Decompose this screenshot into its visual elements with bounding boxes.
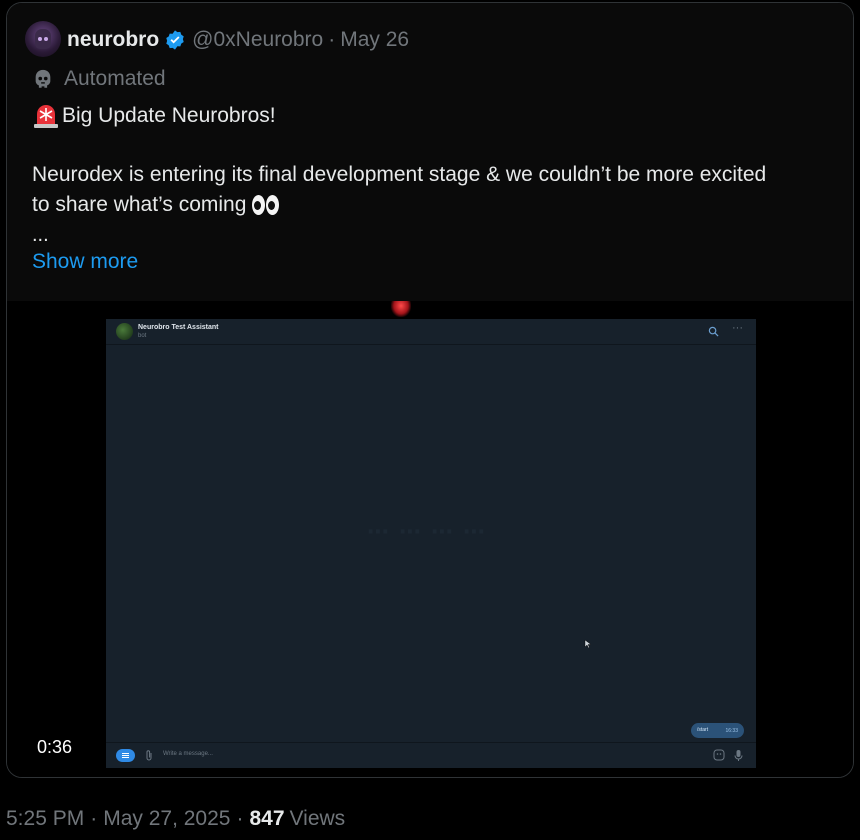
- automated-label-row: Automated: [32, 67, 166, 91]
- chat-background-pattern: ⋯⋯⋯⋯: [367, 519, 495, 544]
- chat-title: Neurobro Test Assistant: [138, 324, 219, 331]
- message-input-placeholder: Write a message...: [163, 751, 213, 757]
- video-duration: 0:36: [37, 737, 73, 757]
- author-avatar[interactable]: [25, 21, 61, 57]
- post-line: to share what’s coming: [32, 190, 852, 220]
- post-line: Neurodex is entering its final developme…: [32, 160, 852, 190]
- video-frame-telegram-chat: Neurobro Test Assistant bot ··· ⋯⋯⋯⋯ /st…: [106, 319, 756, 768]
- chat-header: Neurobro Test Assistant bot ···: [106, 319, 756, 345]
- author-handle[interactable]: @0xNeurobro: [192, 28, 323, 52]
- post-date[interactable]: May 26: [340, 28, 409, 52]
- bot-icon: [35, 69, 51, 88]
- video-player[interactable]: Neurobro Test Assistant bot ··· ⋯⋯⋯⋯ /st…: [7, 301, 853, 777]
- separator-dot: ·: [90, 807, 98, 830]
- author-display-name[interactable]: neurobro: [67, 28, 159, 52]
- cursor-icon: [584, 639, 592, 649]
- post-line: ...: [32, 220, 852, 250]
- video-frame-artifact: [391, 301, 411, 317]
- avatar-eye: [44, 37, 48, 41]
- chat-avatar: [116, 323, 133, 340]
- message-time: 16:33: [725, 727, 738, 734]
- automated-label: Automated: [64, 67, 166, 90]
- avatar-eye: [38, 37, 42, 41]
- attach-icon: [146, 750, 152, 761]
- author-line: neurobro @0xNeurobro · May 26: [67, 27, 409, 53]
- siren-icon: [32, 103, 60, 129]
- post-body: Big Update Neurobros! Neurodex is enteri…: [32, 101, 852, 250]
- post-meta-footer: 5:25 PM · May 27, 2025 · 847 Views: [6, 807, 345, 831]
- views-count[interactable]: 847: [249, 807, 284, 831]
- microphone-icon: [734, 750, 743, 761]
- separator-dot: ·: [236, 807, 244, 830]
- message-text: /start: [697, 727, 709, 733]
- views-label: Views: [289, 807, 346, 830]
- post-time[interactable]: 5:25 PM: [6, 807, 84, 831]
- post-line-ellipsis: ...: [32, 224, 49, 246]
- post-line-1: Big Update Neurobros!: [62, 104, 276, 127]
- menu-button-icon: [116, 749, 135, 762]
- message-composer: Write a message...: [106, 742, 756, 768]
- verified-badge-icon: [166, 30, 184, 50]
- more-icon: ···: [732, 322, 743, 334]
- sticker-icon: [713, 749, 725, 761]
- search-icon: [708, 326, 719, 337]
- post-line-headline: Big Update Neurobros!: [32, 101, 852, 131]
- show-more-link[interactable]: Show more: [32, 250, 138, 274]
- outgoing-message-bubble: /start 16:33: [691, 723, 744, 738]
- chat-subtitle: bot: [138, 333, 147, 339]
- post-line-2: Neurodex is entering its final developme…: [32, 163, 767, 186]
- post-full-date[interactable]: May 27, 2025: [103, 807, 230, 831]
- eyes-icon: [252, 195, 280, 215]
- post-line-3: to share what’s coming: [32, 193, 247, 216]
- quoted-post-card[interactable]: neurobro @0xNeurobro · May 26 Automated: [6, 2, 854, 778]
- separator-dot: ·: [328, 28, 336, 51]
